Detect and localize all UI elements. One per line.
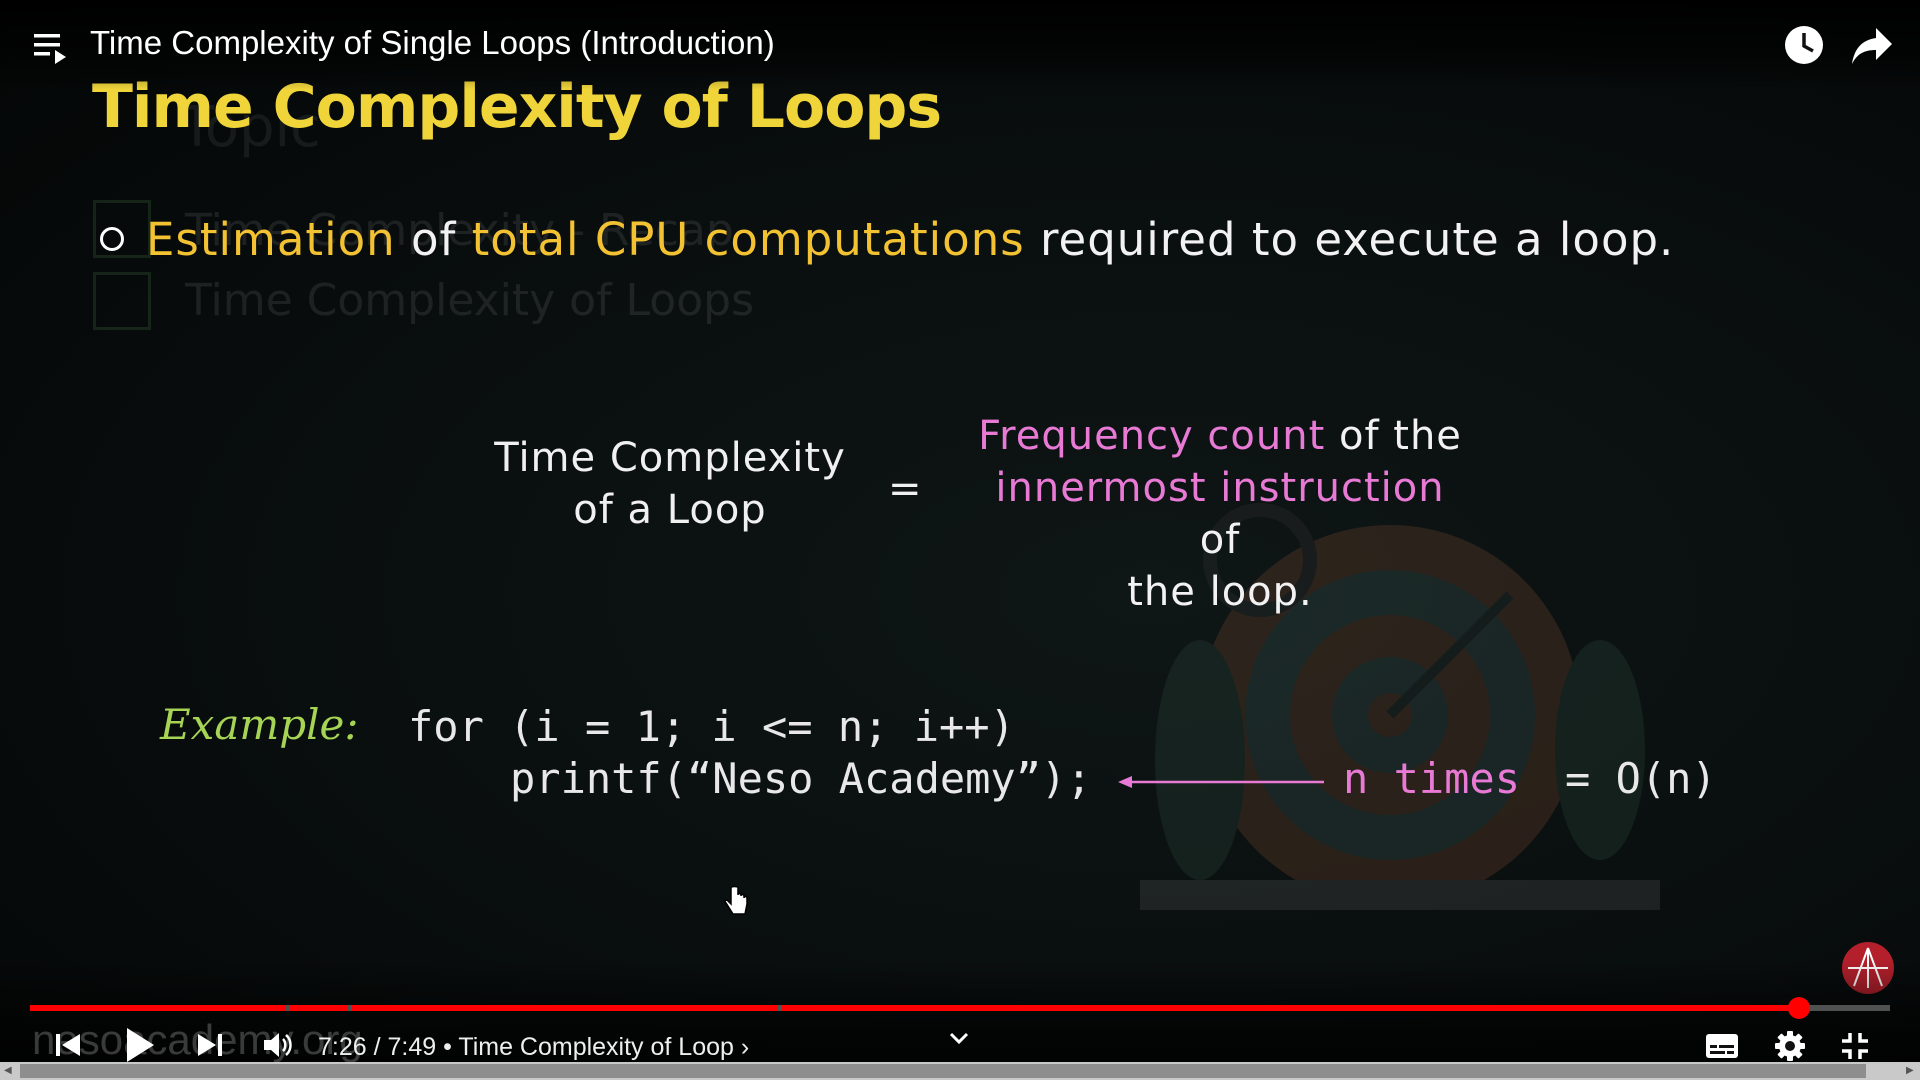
hand-cursor-icon <box>724 885 748 915</box>
subtitles-icon[interactable] <box>1705 1032 1739 1060</box>
bullet-icon <box>100 227 124 251</box>
settings-icon[interactable] <box>1774 1030 1806 1062</box>
progress-bar[interactable] <box>30 1005 1890 1011</box>
ghost-item: Time Complexity of Loops <box>185 275 754 326</box>
scrollbar-thumb[interactable] <box>20 1064 1866 1078</box>
equation-lhs: Time Complexity of a Loop <box>490 432 850 536</box>
next-icon[interactable] <box>196 1031 224 1059</box>
rhs-text: of the <box>1325 413 1462 459</box>
bullet-text-highlight: Estimation <box>146 213 396 266</box>
equation-rhs: Frequency count of the innermost instruc… <box>975 410 1465 618</box>
example-label: Example: <box>160 700 359 749</box>
chapter-segment[interactable] <box>290 1005 348 1011</box>
video-frame[interactable]: Topic Time Complexity - Recap Time Compl… <box>0 0 1920 1080</box>
scroll-left-arrow-icon[interactable]: ◀ <box>4 1065 12 1076</box>
chevron-down-icon[interactable] <box>948 1030 970 1046</box>
big-o-result: = O(n) <box>1565 754 1717 803</box>
lhs-line: of a Loop <box>573 487 767 533</box>
previous-icon[interactable] <box>54 1031 82 1059</box>
bullet-text: of <box>395 213 472 266</box>
play-icon[interactable] <box>124 1026 156 1064</box>
left-arrow-icon <box>1118 776 1324 788</box>
chapter-segment[interactable] <box>782 1005 1799 1011</box>
share-icon[interactable] <box>1850 26 1894 66</box>
lhs-line: Time Complexity <box>494 435 846 481</box>
progress-scrubber[interactable] <box>1787 997 1810 1019</box>
code-line-printf: printf(“Neso Academy”); <box>510 754 1092 803</box>
rhs-text: of <box>1199 517 1241 563</box>
code-line-for: for (i = 1; i <= n; i++) <box>408 702 1015 751</box>
n-times-label: n times <box>1343 754 1521 803</box>
scroll-right-arrow-icon[interactable]: ▶ <box>1906 1065 1914 1076</box>
bullet-text-highlight: total CPU computations <box>471 213 1025 266</box>
equals-sign: = <box>888 466 922 512</box>
rhs-highlight: Frequency count <box>978 413 1326 459</box>
rhs-highlight: innermost instruction <box>995 465 1445 511</box>
chapter-segment[interactable] <box>30 1005 286 1011</box>
watch-later-icon[interactable] <box>1783 24 1825 66</box>
ghost-checkbox <box>93 272 151 330</box>
definition-bullet: Estimation of total CPU computations req… <box>96 213 1674 266</box>
bullet-text: required to execute a loop. <box>1024 213 1675 266</box>
chapter-segment[interactable] <box>352 1005 778 1011</box>
rhs-text: the loop. <box>1127 569 1313 615</box>
exit-fullscreen-icon[interactable] <box>1840 1031 1870 1061</box>
playlist-icon[interactable] <box>34 30 70 66</box>
volume-icon[interactable] <box>262 1030 296 1060</box>
video-title[interactable]: Time Complexity of Single Loops (Introdu… <box>90 24 775 62</box>
time-display[interactable]: 7:26 / 7:49 • Time Complexity of Loop › <box>318 1033 749 1062</box>
